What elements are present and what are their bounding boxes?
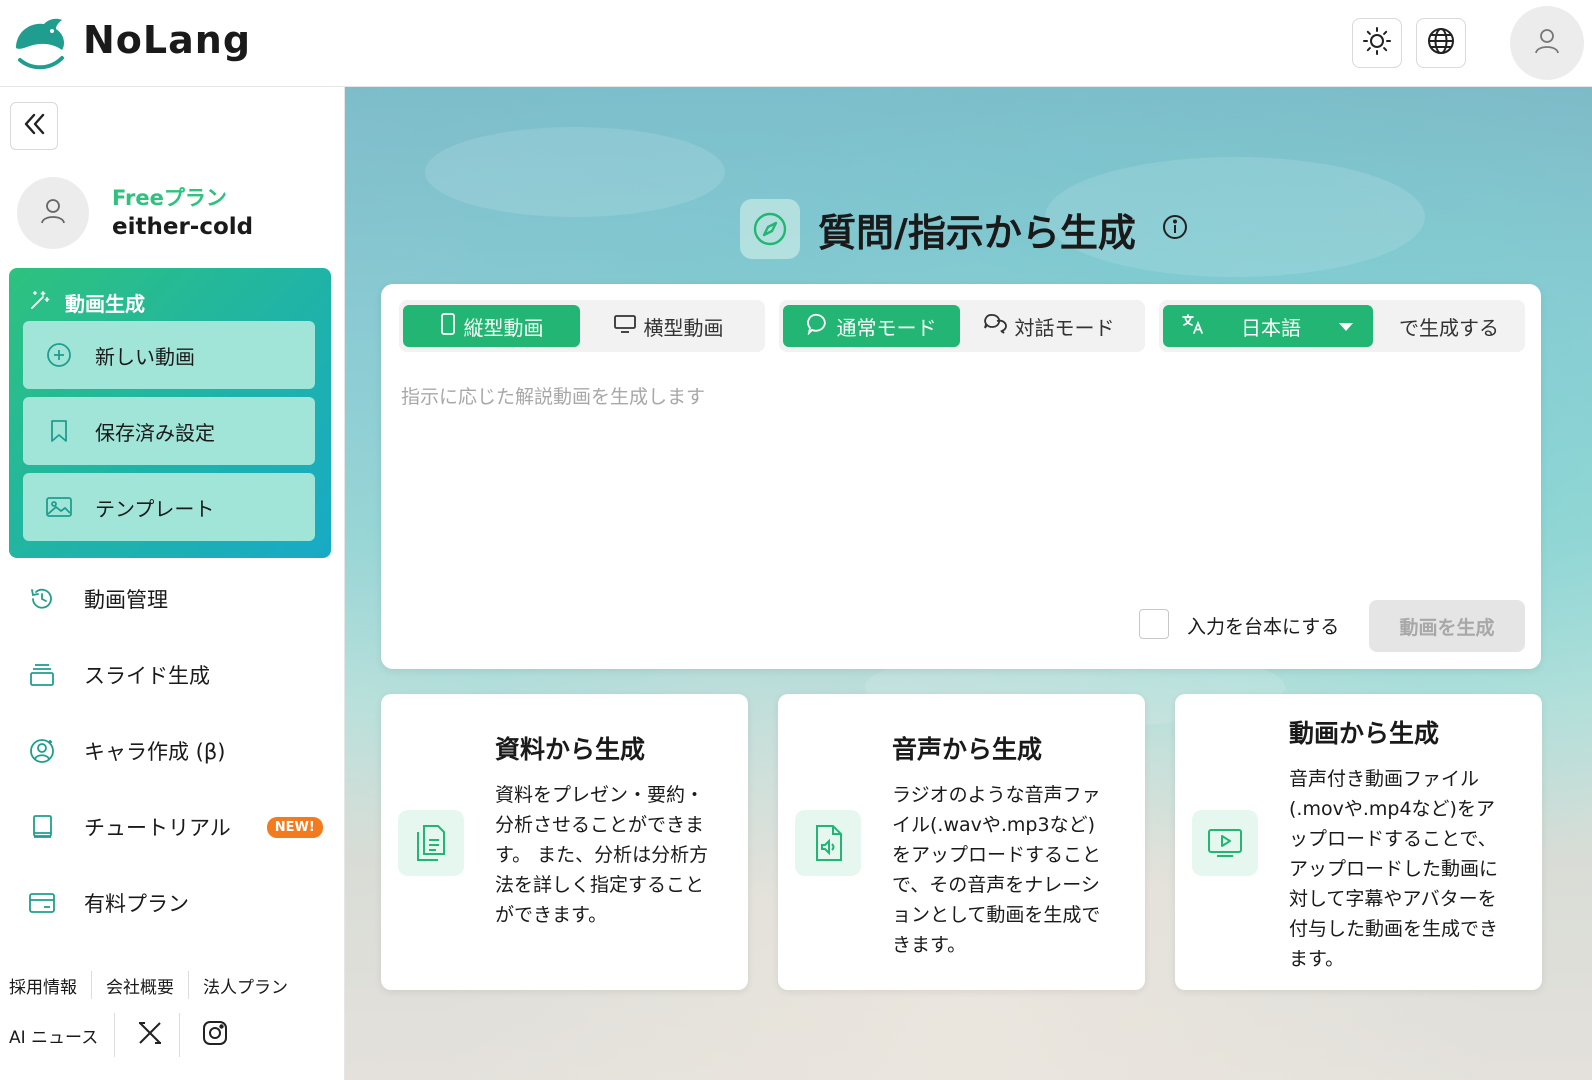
slides-icon [0, 661, 84, 689]
sun-icon [1362, 26, 1392, 60]
feature-card-audio[interactable]: 音声から生成 ラジオのような音声ファイル(.wavや.mp3など)をアップロード… [778, 694, 1145, 990]
credit-card-icon [0, 891, 84, 915]
divider [179, 1013, 181, 1057]
tab-normal-mode[interactable]: 通常モード [783, 305, 960, 347]
chat-bubble-icon [806, 313, 829, 340]
nav-slide-generation[interactable]: スライド生成 [0, 645, 345, 705]
info-icon[interactable] [1162, 214, 1188, 244]
video-generation-title: 動画生成 [29, 288, 145, 317]
saved-settings-button[interactable]: 保存済み設定 [23, 397, 315, 465]
account-avatar-button[interactable] [1510, 6, 1584, 80]
user-avatar[interactable] [17, 177, 89, 249]
video-generation-panel: 動画生成 新しい動画 保存済み設定 テンプレート [9, 268, 331, 558]
prompt-card: 縦型動画 横型動画 通常モード 対話モード 日本語 で生成する 指示に応じた解説… [381, 284, 1541, 669]
recruit-link[interactable]: 採用情報 [9, 973, 77, 998]
feature-card-document[interactable]: 資料から生成 資料をプレゼン・要約・分析させることができます。 また、分析は分析… [381, 694, 748, 990]
ai-news-link[interactable]: AI ニュース [9, 1023, 98, 1048]
script-checkbox[interactable] [1139, 609, 1169, 639]
language-suffix: で生成する [1399, 315, 1499, 340]
user-icon [1532, 26, 1562, 60]
language-selector-group: 日本語 で生成する [1159, 300, 1525, 352]
tab-vertical-video[interactable]: 縦型動画 [403, 305, 580, 347]
feature-card-video[interactable]: 動画から生成 音声付き動画ファイル(.movや.mp4など)をアップロードするこ… [1175, 694, 1542, 990]
new-video-button[interactable]: 新しい動画 [23, 321, 315, 389]
translate-icon [1181, 313, 1205, 340]
bookmark-icon [23, 418, 95, 444]
video-icon [1192, 810, 1258, 876]
dolphin-logo-icon[interactable] [10, 14, 68, 72]
book-icon [0, 813, 84, 841]
history-icon [0, 585, 84, 613]
app-header: NoLang [0, 0, 1592, 87]
double-chevron-left-icon [20, 110, 48, 142]
audio-file-icon [795, 810, 861, 876]
sidebar: Freeプラン either-cold 動画生成 新しい動画 保存済み設定 テン… [0, 87, 345, 1080]
globe-icon [1426, 26, 1456, 60]
footer-links: 採用情報 会社概要 法人プラン [9, 971, 288, 999]
nav-character-creation[interactable]: キャラ作成 (β) [0, 721, 345, 781]
chat-bubbles-icon [983, 313, 1007, 340]
nav-paid-plan[interactable]: 有料プラン [0, 873, 345, 933]
compass-icon [740, 199, 800, 259]
language-button[interactable] [1416, 18, 1466, 68]
script-checkbox-label: 入力を台本にする [1187, 616, 1340, 638]
document-icon [398, 810, 464, 876]
user-icon [38, 196, 68, 230]
background-ripple [425, 127, 725, 217]
phone-icon [440, 312, 456, 340]
plan-label: Freeプラン [112, 186, 227, 210]
user-circle-icon [0, 737, 84, 765]
collapse-sidebar-button[interactable] [10, 102, 58, 150]
nav-video-management[interactable]: 動画管理 [0, 569, 345, 629]
instagram-icon[interactable] [202, 1020, 228, 1051]
page-title: 質問/指示から生成 [740, 199, 1188, 259]
new-badge: NEW! [266, 816, 323, 838]
footer-social: AI ニュース [9, 1013, 228, 1057]
language-select[interactable]: 日本語 [1163, 305, 1373, 347]
nav-tutorial[interactable]: チュートリアル NEW! [0, 797, 345, 857]
company-link[interactable]: 会社概要 [106, 973, 174, 998]
generate-video-button[interactable]: 動画を生成 [1369, 600, 1525, 652]
brand-name: NoLang [83, 18, 252, 62]
plus-circle-icon [23, 342, 95, 368]
mode-selector: 通常モード 対話モード [779, 300, 1145, 352]
divider [91, 971, 92, 999]
caret-down-icon [1337, 314, 1355, 338]
format-selector: 縦型動画 横型動画 [399, 300, 765, 352]
prompt-input[interactable]: 指示に応じた解説動画を生成します [401, 382, 705, 409]
main-content: 質問/指示から生成 縦型動画 横型動画 通常モード 対話モード 日本語 で生成す… [345, 87, 1592, 1080]
corporate-plan-link[interactable]: 法人プラン [203, 973, 288, 998]
magic-wand-icon [29, 289, 51, 316]
monitor-icon [613, 314, 636, 339]
tab-dialogue-mode[interactable]: 対話モード [960, 305, 1137, 347]
image-icon [23, 495, 95, 519]
username: either-cold [112, 214, 254, 240]
x-logo-icon[interactable] [137, 1020, 163, 1051]
divider [188, 971, 189, 999]
divider [114, 1013, 116, 1057]
template-button[interactable]: テンプレート [23, 473, 315, 541]
theme-toggle-button[interactable] [1352, 18, 1402, 68]
tab-horizontal-video[interactable]: 横型動画 [580, 305, 757, 347]
